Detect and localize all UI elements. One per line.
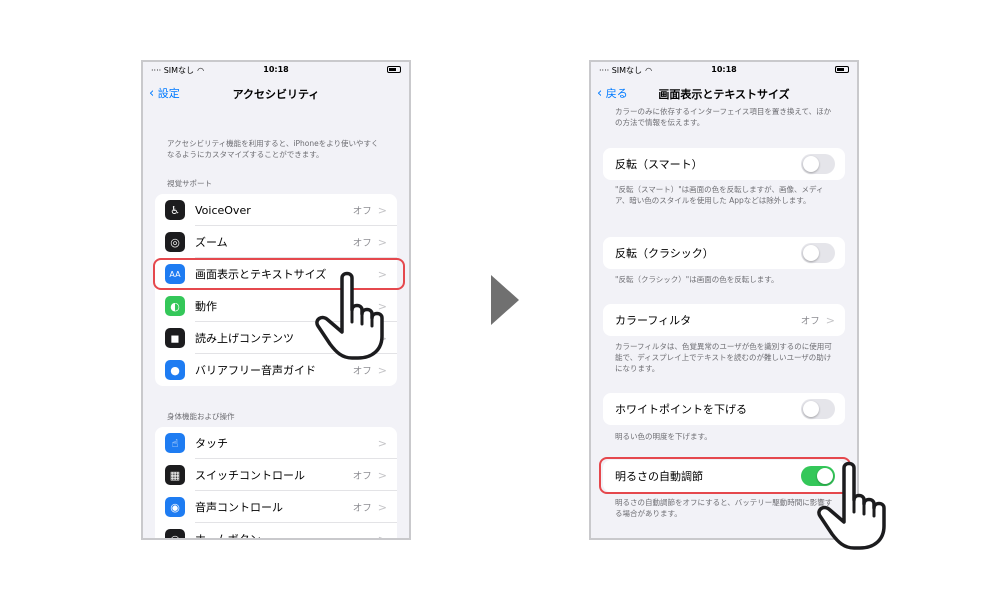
- smart-invert-row: 反転（スマート）: [603, 148, 845, 180]
- list-item-label: ズーム: [195, 236, 228, 249]
- page-title: アクセシビリティ: [232, 88, 320, 101]
- list-item-label: 音声コントロール: [195, 501, 283, 514]
- color-replace-note: カラーのみに依存するインターフェイス項目を置き換えて、ほかの方法で情報を伝えます…: [615, 107, 832, 127]
- list-item[interactable]: ♿ VoiceOver オフ >: [155, 194, 397, 226]
- list-item-value: オフ: [352, 206, 372, 217]
- nav-bar: ‹ 設定 アクセシビリティ: [143, 78, 409, 108]
- next-step-arrow-icon: [491, 275, 519, 325]
- list-item-label: タッチ: [195, 437, 228, 450]
- smart-invert-toggle[interactable]: [801, 154, 835, 174]
- smart-invert-group: 反転（スマート）: [603, 148, 845, 180]
- list-item-label: スイッチコントロール: [195, 469, 305, 482]
- switch-control-icon: ▦: [165, 465, 185, 485]
- intro-text: アクセシビリティ機能を利用すると、iPhoneをより使いやすくなるようにカスタマ…: [167, 139, 379, 159]
- chevron-right-icon: >: [377, 235, 387, 249]
- color-filters-label: カラーフィルタ: [615, 314, 692, 327]
- motion-icon: ◐: [165, 296, 185, 316]
- color-filters-row[interactable]: カラーフィルタ オフ >: [603, 304, 845, 336]
- reduce-white-point-label: ホワイトポイントを下げる: [615, 403, 747, 416]
- chevron-right-icon: >: [377, 436, 387, 450]
- chevron-right-icon: >: [377, 500, 387, 514]
- status-bar: ···· SIMなし ◠ 10:18: [143, 62, 409, 78]
- chevron-right-icon: >: [377, 468, 387, 482]
- classic-invert-toggle[interactable]: [801, 243, 835, 263]
- zoom-icon: ◎: [165, 232, 185, 252]
- color-filters-group: カラーフィルタ オフ >: [603, 304, 845, 336]
- status-bar: ···· SIMなし ◠ 10:18: [591, 62, 857, 78]
- color-filters-note: カラーフィルタは、色覚異常のユーザが色を識別するのに使用可能で、ディスプレイ上で…: [615, 342, 832, 373]
- physical-section-header: 身体機能および操作: [167, 412, 235, 421]
- chevron-right-icon: >: [377, 203, 387, 217]
- spoken-content-icon: ◼: [165, 328, 185, 348]
- classic-invert-note: "反転（クラシック）"は画面の色を反転します。: [615, 275, 779, 284]
- list-item-value: オフ: [352, 366, 372, 377]
- list-item[interactable]: ☝ タッチ >: [155, 427, 397, 459]
- chevron-right-icon: >: [377, 363, 387, 377]
- nav-bar: ‹ 戻る 画面表示とテキストサイズ: [591, 78, 857, 108]
- smart-invert-label: 反転（スマート）: [615, 158, 703, 171]
- list-item-value: オフ: [352, 238, 372, 249]
- hand-pointer-icon: [315, 271, 384, 360]
- clock: 10:18: [711, 65, 737, 74]
- voice-control-icon: ◉: [165, 497, 185, 517]
- page-title: 画面表示とテキストサイズ: [658, 88, 790, 101]
- home-button-icon: ○: [165, 529, 185, 538]
- reduce-white-point-group: ホワイトポイントを下げる: [603, 393, 845, 425]
- toggle-knob: [803, 156, 819, 172]
- voiceover-icon: ♿: [165, 200, 185, 220]
- touch-icon: ☝: [165, 433, 185, 453]
- list-item-label: VoiceOver: [195, 203, 251, 217]
- toggle-knob: [803, 401, 819, 417]
- classic-invert-label: 反転（クラシック）: [615, 247, 714, 260]
- clock: 10:18: [263, 65, 289, 74]
- list-item-label: ホームボタン: [195, 533, 261, 540]
- reduce-white-point-note: 明るい色の明度を下げます。: [615, 432, 712, 441]
- list-item-value: オフ: [352, 471, 372, 482]
- reduce-white-point-row: ホワイトポイントを下げる: [603, 393, 845, 425]
- list-item[interactable]: ◎ ズーム オフ >: [155, 226, 397, 258]
- physical-list: ☝ タッチ > ▦ スイッチコントロール オフ > ◉ 音声コントロール オフ > ○ ホームボタン >: [155, 427, 397, 540]
- hand-pointer-icon: [817, 461, 886, 550]
- list-item[interactable]: ◉ 音声コントロール オフ >: [155, 491, 397, 523]
- classic-invert-row: 反転（クラシック）: [603, 237, 845, 269]
- smart-invert-note: "反転（スマート）"は画面の色を反転しますが、画像、メディア、暗い色のスタイルを…: [615, 185, 824, 205]
- battery-icon: [387, 66, 401, 73]
- toggle-knob: [803, 245, 819, 261]
- list-item[interactable]: ▦ スイッチコントロール オフ >: [155, 459, 397, 491]
- list-item-label: バリアフリー音声ガイド: [195, 364, 316, 377]
- color-filters-value: オフ: [800, 316, 820, 327]
- classic-invert-group: 反転（クラシック）: [603, 237, 845, 269]
- chevron-right-icon: >: [377, 532, 387, 540]
- audio-description-icon: ●: [165, 360, 185, 380]
- chevron-right-icon: >: [825, 313, 835, 327]
- list-item-value: オフ: [352, 503, 372, 514]
- reduce-white-point-toggle[interactable]: [801, 399, 835, 419]
- list-item[interactable]: ○ ホームボタン >: [155, 523, 397, 540]
- battery-icon: [835, 66, 849, 73]
- vision-section-header: 視覚サポート: [167, 179, 212, 188]
